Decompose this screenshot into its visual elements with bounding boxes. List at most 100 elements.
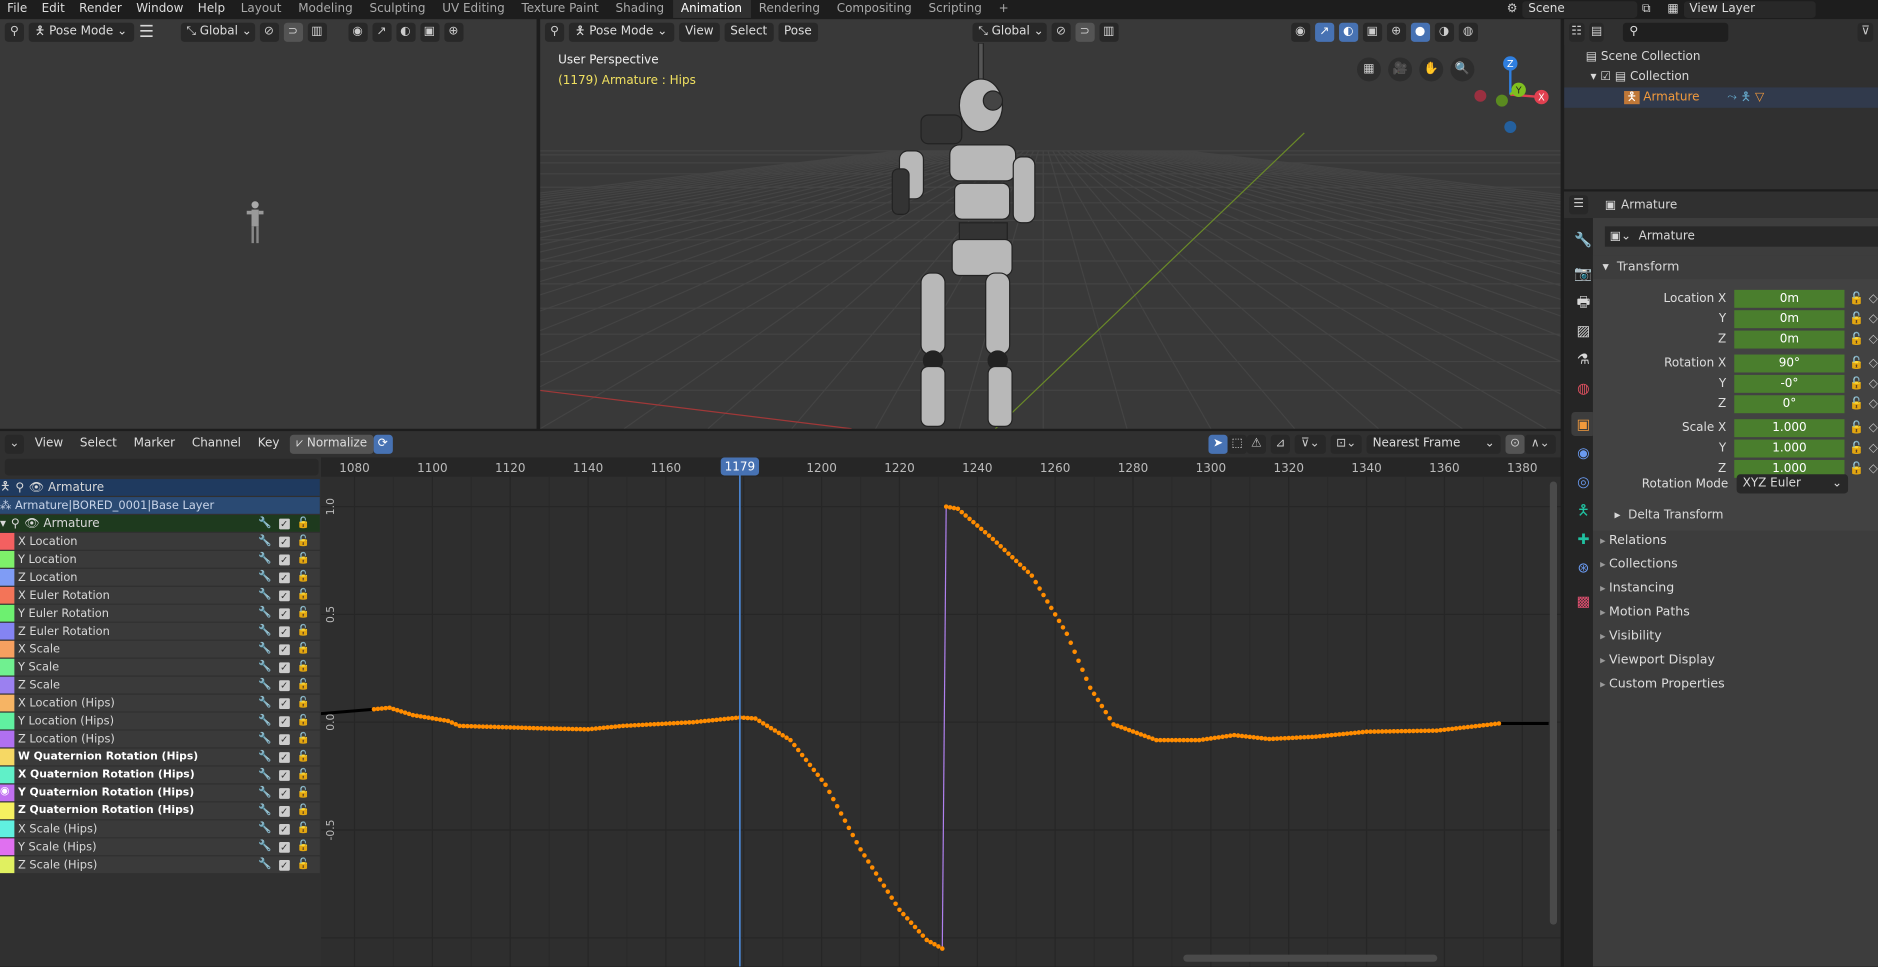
channel-color-swatch[interactable] xyxy=(0,766,15,784)
overlay-icon[interactable]: ◐ xyxy=(395,22,416,42)
keyframe-point[interactable] xyxy=(414,713,420,719)
workspace-tab[interactable]: Texture Paint xyxy=(513,0,607,18)
mute-checkbox[interactable]: ✓ xyxy=(278,535,290,547)
channel-color-swatch[interactable] xyxy=(0,802,15,820)
keyframe-point[interactable] xyxy=(578,726,583,732)
editor-type-icon[interactable]: ☰ xyxy=(1568,195,1589,215)
lock-icon[interactable]: 🔓 xyxy=(1849,292,1864,305)
keyframe-point[interactable] xyxy=(1294,735,1299,740)
outliner-armature[interactable]: 🯅 Armature ⤳ 🯅 ▽ xyxy=(1624,89,1764,109)
keyframe-point[interactable] xyxy=(1430,728,1436,733)
keyframe-point[interactable] xyxy=(1169,737,1175,743)
keyframe-point[interactable] xyxy=(1251,735,1256,740)
keyframe-point[interactable] xyxy=(990,536,996,542)
keyframe-point[interactable] xyxy=(1181,737,1186,743)
keyframe-point[interactable] xyxy=(714,717,719,723)
keyframe-point[interactable] xyxy=(807,762,813,768)
keyframe-point[interactable] xyxy=(1356,730,1362,735)
lock-icon[interactable]: 🔓 xyxy=(297,589,310,601)
keyframe-point[interactable] xyxy=(827,789,832,795)
keyframe-point[interactable] xyxy=(823,782,828,788)
keyframe-point[interactable] xyxy=(1076,658,1081,664)
keyframe-point[interactable] xyxy=(1348,730,1354,736)
keyframe-point[interactable] xyxy=(1224,733,1229,739)
mute-checkbox[interactable]: ✓ xyxy=(278,841,290,853)
keyframe-point[interactable] xyxy=(1033,579,1038,585)
modifier-wrench-icon[interactable]: 🔧 xyxy=(258,787,271,799)
keyframe-point[interactable] xyxy=(1204,736,1210,742)
modifier-wrench-icon[interactable]: 🔧 xyxy=(258,553,271,565)
menu-marker[interactable]: Marker xyxy=(128,434,181,453)
keyframe-point[interactable] xyxy=(834,804,840,809)
keyframe-point[interactable] xyxy=(395,707,400,713)
keyframe-icon[interactable]: ◇ xyxy=(1869,356,1878,369)
keyframe-point[interactable] xyxy=(585,727,591,732)
keyframe-point[interactable] xyxy=(379,706,385,711)
keyframe-point[interactable] xyxy=(1302,734,1307,740)
keyframe-point[interactable] xyxy=(488,724,494,730)
pin-icon[interactable]: ⚲ xyxy=(11,517,20,530)
keyframe-point[interactable] xyxy=(636,722,641,728)
workspace-tab[interactable]: Compositing xyxy=(828,0,920,18)
keyframe-point[interactable] xyxy=(1037,586,1042,591)
pan-hand-icon[interactable]: ✋ xyxy=(1419,57,1444,82)
keyframe-point[interactable] xyxy=(1278,736,1284,741)
keyframe-point[interactable] xyxy=(803,757,809,763)
lock-icon[interactable]: 🔓 xyxy=(1849,421,1864,434)
modifier-wrench-icon[interactable]: 🔧 xyxy=(258,517,271,529)
keyframe-point[interactable] xyxy=(1228,733,1233,738)
modifier-wrench-icon[interactable]: 🔧 xyxy=(258,805,271,817)
keyframe-point[interactable] xyxy=(589,726,595,732)
grid-view-icon[interactable]: ▦ xyxy=(1356,57,1381,82)
keyframe-point[interactable] xyxy=(371,707,377,712)
channel-color-swatch[interactable] xyxy=(0,658,15,676)
channel-color-swatch[interactable] xyxy=(0,748,15,766)
main-viewport[interactable]: ⚲ 🯅 Pose Mode ⌄ View Select Pose ⤡ Globa… xyxy=(540,19,1561,429)
keyframe-point[interactable] xyxy=(648,722,653,727)
keyframe-point[interactable] xyxy=(1263,736,1268,741)
keyframe-point[interactable] xyxy=(760,721,766,726)
outliner-collection[interactable]: ▾ ☑ ▤ Collection xyxy=(1591,71,1690,84)
mute-checkbox[interactable]: ✓ xyxy=(278,787,290,799)
render-tab-icon[interactable]: 📷 xyxy=(1571,261,1595,285)
auto-normalize-icon[interactable]: ⟳ xyxy=(373,434,393,454)
channel-row[interactable]: X Euler Rotation 🔧 ✓ 🔓 xyxy=(0,586,320,604)
keyframe-point[interactable] xyxy=(406,711,412,717)
keyframe-point[interactable] xyxy=(1154,737,1159,743)
lock-icon[interactable]: 🔓 xyxy=(297,805,310,817)
proportional-edit-icon[interactable]: ⊙ xyxy=(1505,434,1525,454)
keyframe-point[interactable] xyxy=(1115,723,1120,729)
keyframe-point[interactable] xyxy=(613,724,618,729)
keyframe-icon[interactable]: ◇ xyxy=(1869,292,1878,305)
menu-view[interactable]: View xyxy=(29,434,69,453)
lock-icon[interactable]: 🔓 xyxy=(1849,312,1864,325)
keyframe-point[interactable] xyxy=(792,742,797,748)
keyframe-icon[interactable]: ◇ xyxy=(1869,332,1878,345)
keyframe-point[interactable] xyxy=(1446,727,1451,732)
channel-color-swatch[interactable] xyxy=(0,568,15,586)
bone-constraint-tab-icon[interactable]: ⊛ xyxy=(1571,556,1595,580)
menu-render[interactable]: Render xyxy=(72,2,129,15)
keyframe-point[interactable] xyxy=(1177,737,1183,743)
new-scene-icon[interactable]: ⧉ xyxy=(1642,2,1651,15)
scene-selector[interactable]: Scene xyxy=(1522,0,1638,18)
keyframe-point[interactable] xyxy=(1266,736,1272,742)
keyframe-point[interactable] xyxy=(1492,721,1498,727)
lock-icon[interactable]: 🔓 xyxy=(297,787,310,799)
keyframe-point[interactable] xyxy=(445,718,451,724)
keyframe-point[interactable] xyxy=(1216,735,1221,740)
keyframe-point[interactable] xyxy=(605,725,610,730)
keyframe-point[interactable] xyxy=(862,853,867,858)
keyframe-point[interactable] xyxy=(616,723,622,729)
keyframe-point[interactable] xyxy=(912,924,918,930)
keyframe-icon[interactable]: ◇ xyxy=(1869,462,1878,475)
keyframe-point[interactable] xyxy=(620,723,626,729)
channel-row[interactable]: Z Location (Hips) 🔧 ✓ 🔓 xyxy=(0,730,320,748)
modifier-wrench-icon[interactable]: 🔧 xyxy=(258,589,271,601)
lock-icon[interactable]: 🔓 xyxy=(297,841,310,853)
channel-color-swatch[interactable] xyxy=(0,730,15,748)
keyframe-point[interactable] xyxy=(967,516,972,522)
keyframe-point[interactable] xyxy=(469,723,474,729)
keyframe-point[interactable] xyxy=(702,718,708,724)
keyframe-point[interactable] xyxy=(764,723,770,729)
